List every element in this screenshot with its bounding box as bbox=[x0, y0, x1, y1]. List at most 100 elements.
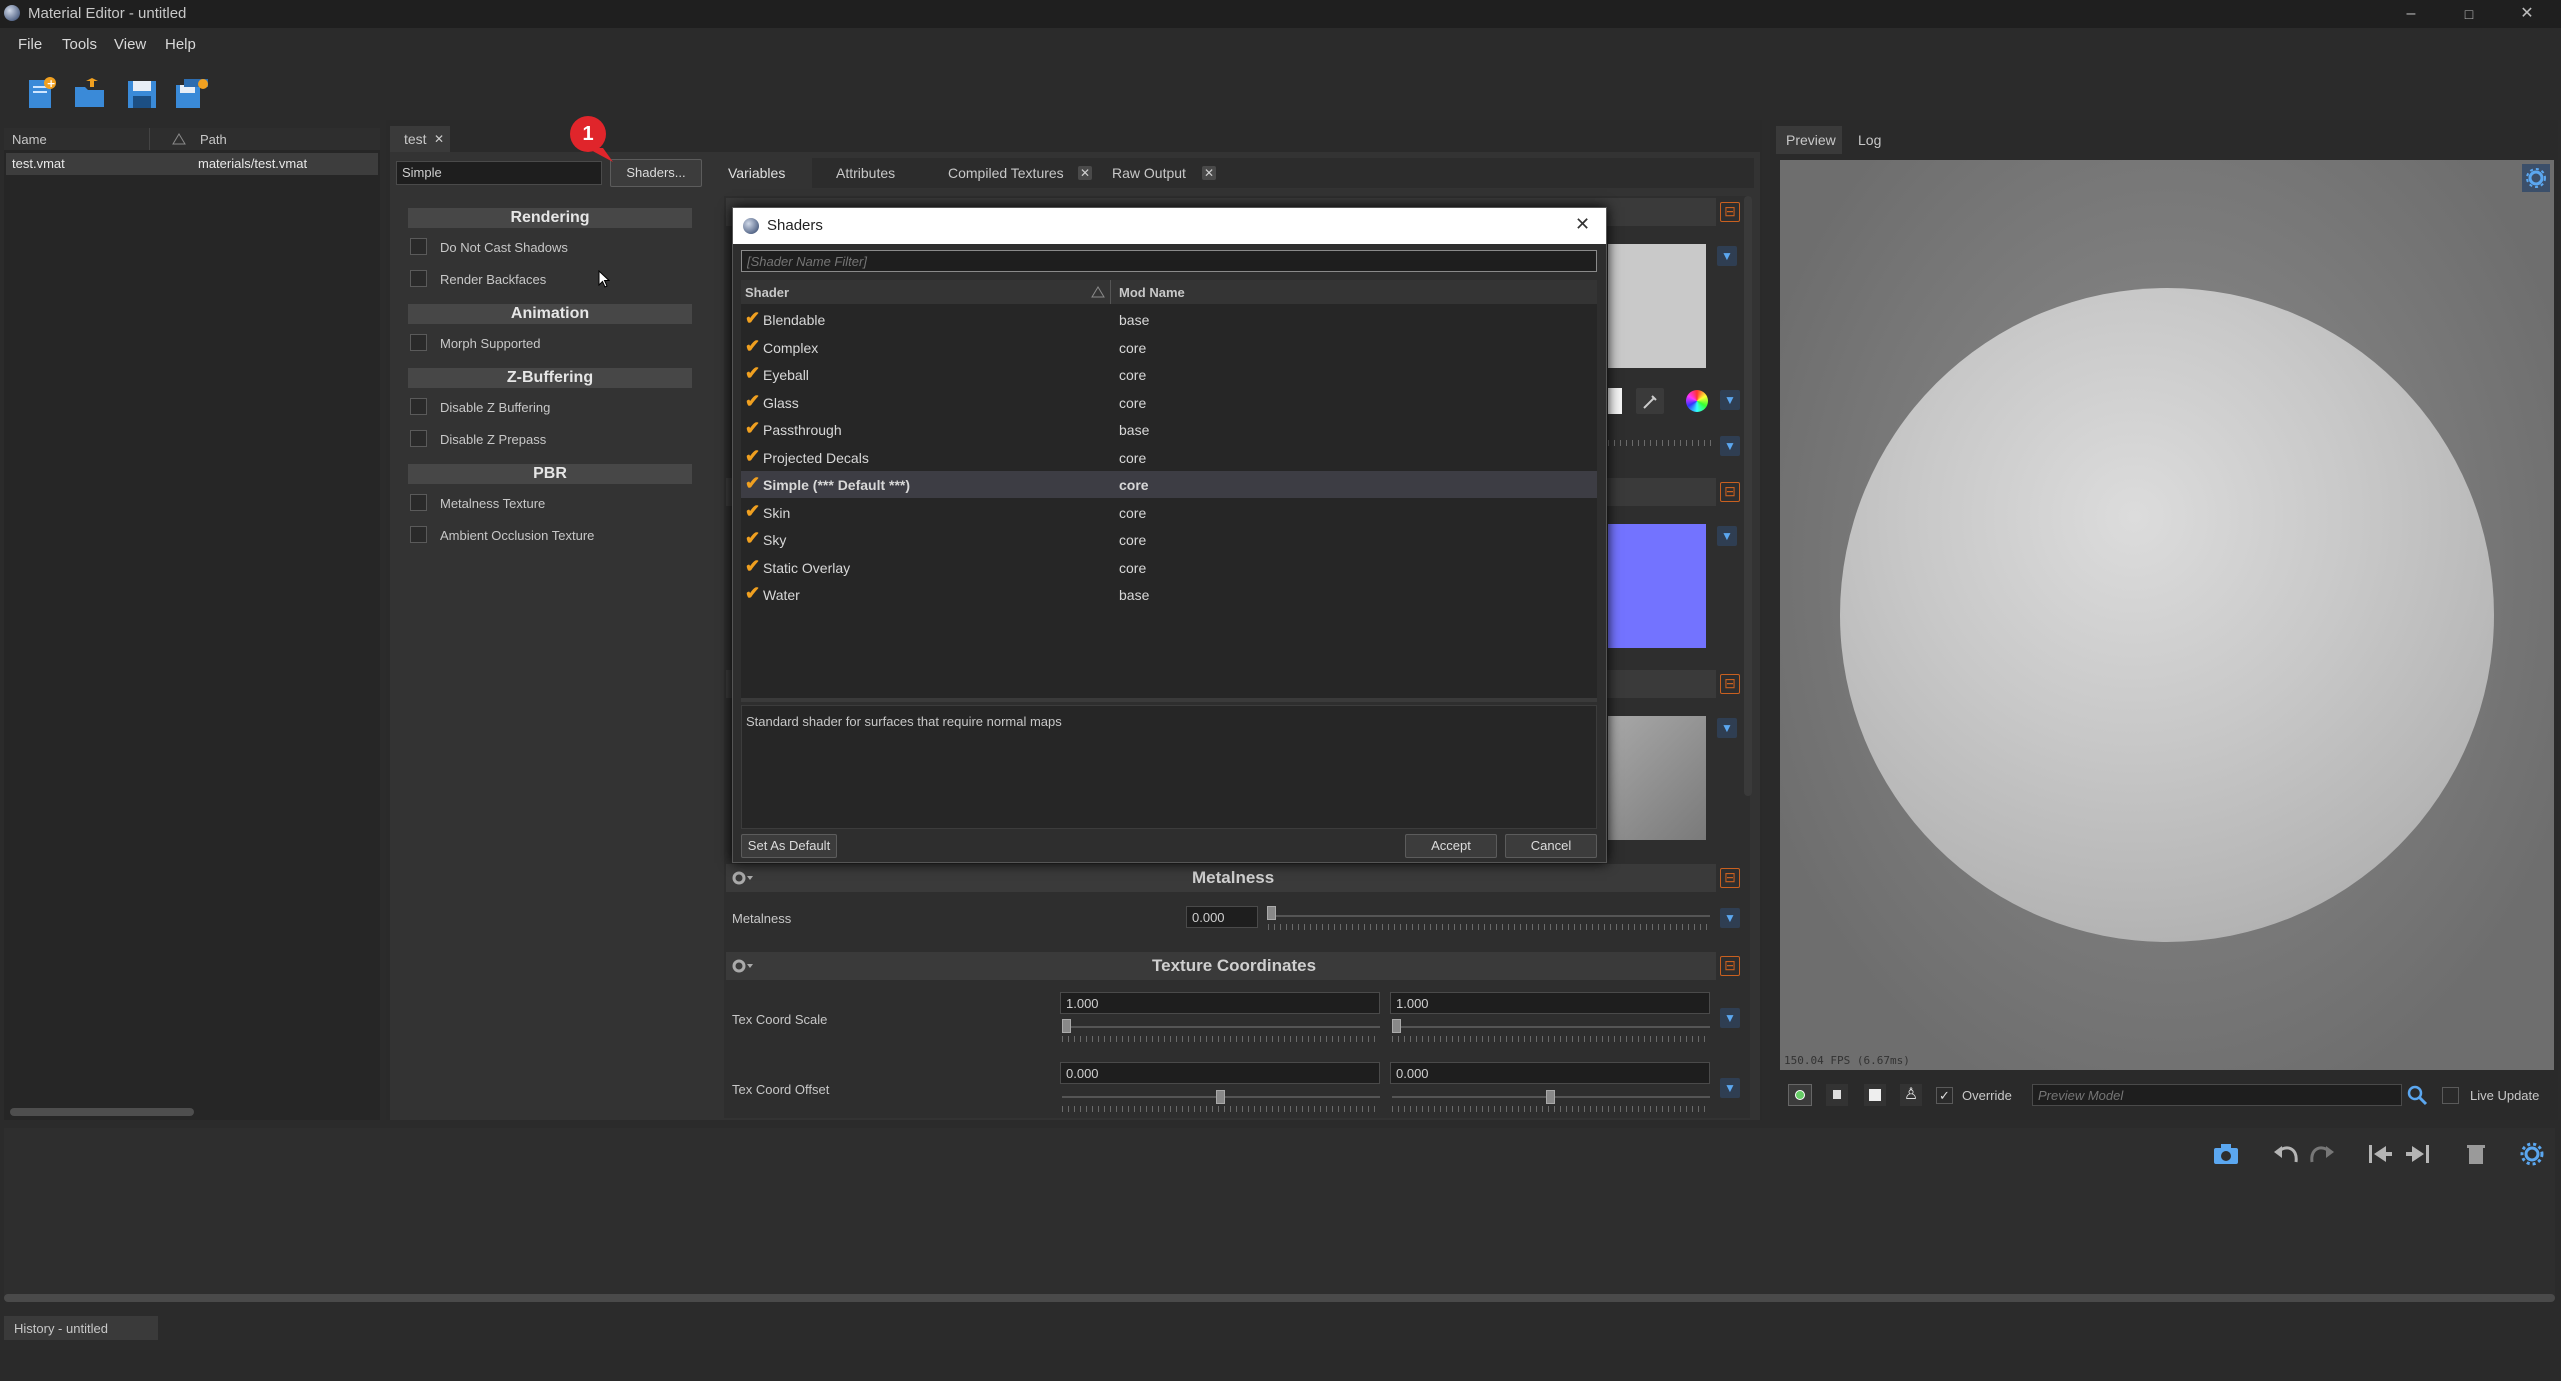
cancel-button[interactable]: Cancel bbox=[1505, 834, 1597, 858]
tex-coord-offset-y[interactable]: 0.000 bbox=[1390, 1062, 1710, 1084]
minimize-button[interactable]: – bbox=[2388, 0, 2434, 28]
shader-row[interactable]: ✔ Glass core bbox=[741, 389, 1597, 416]
tex-coord-scale-y[interactable]: 1.000 bbox=[1390, 992, 1710, 1014]
jump-to-start-icon[interactable] bbox=[2366, 1142, 2394, 1166]
collapse-icon[interactable]: ⊟ bbox=[1720, 482, 1740, 502]
camera-icon[interactable] bbox=[2212, 1142, 2240, 1166]
dropdown-arrow-icon[interactable]: ▼ bbox=[1720, 436, 1740, 456]
light-toggle-icon[interactable] bbox=[1788, 1084, 1812, 1106]
scale-x-handle[interactable] bbox=[1062, 1019, 1071, 1033]
metalness-value-field[interactable]: 0.000 bbox=[1186, 906, 1258, 928]
save-all-icon[interactable] bbox=[174, 77, 210, 111]
texture-preview-white[interactable] bbox=[1608, 244, 1706, 368]
checkbox-morph-supported[interactable] bbox=[410, 334, 427, 351]
splitter[interactable] bbox=[741, 698, 1597, 702]
tex-coord-scale-x[interactable]: 1.000 bbox=[1060, 992, 1380, 1014]
shader-row[interactable]: ✔ Skin core bbox=[741, 499, 1597, 526]
new-file-icon[interactable]: + bbox=[23, 77, 59, 111]
metalness-slider-handle[interactable] bbox=[1267, 906, 1276, 920]
shader-filter-input[interactable] bbox=[741, 250, 1597, 272]
document-tab[interactable]: test ✕ bbox=[390, 126, 450, 152]
shader-row[interactable]: ✔ Passthrough base bbox=[741, 416, 1597, 443]
roughness-preview[interactable] bbox=[1608, 716, 1706, 840]
history-scrollbar[interactable] bbox=[4, 1294, 2555, 1302]
checkbox-render-backfaces[interactable] bbox=[410, 270, 427, 287]
override-checkbox[interactable]: ✓ bbox=[1936, 1087, 1953, 1104]
redo-icon[interactable] bbox=[2308, 1142, 2336, 1166]
tex-coord-offset-x[interactable]: 0.000 bbox=[1060, 1062, 1380, 1084]
tab-raw-output[interactable]: Raw Output bbox=[1112, 165, 1186, 181]
checkbox-do-not-cast-shadows[interactable] bbox=[410, 238, 427, 255]
shader-row[interactable]: ✔ Blendable base bbox=[741, 306, 1597, 333]
undo-icon[interactable] bbox=[2272, 1142, 2300, 1166]
close-window-button[interactable]: ✕ bbox=[2504, 0, 2550, 28]
tab-variables[interactable]: Variables bbox=[714, 158, 812, 188]
save-icon[interactable] bbox=[124, 77, 160, 111]
menu-file[interactable]: File bbox=[18, 36, 42, 53]
collapse-icon[interactable]: ⊟ bbox=[1720, 956, 1740, 976]
live-update-checkbox[interactable] bbox=[2442, 1087, 2459, 1104]
shader-row[interactable]: ✔ Complex core bbox=[741, 334, 1597, 361]
shaders-button[interactable]: Shaders... bbox=[610, 159, 702, 187]
trash-icon[interactable] bbox=[2464, 1142, 2488, 1166]
menu-help[interactable]: Help bbox=[165, 36, 196, 53]
open-folder-icon[interactable] bbox=[72, 77, 108, 111]
viewport-settings-gear-icon[interactable] bbox=[2522, 164, 2550, 192]
scale-y-handle[interactable] bbox=[1392, 1019, 1401, 1033]
search-icon[interactable] bbox=[2406, 1084, 2428, 1106]
checkbox-disable-z-buffering[interactable] bbox=[410, 398, 427, 415]
offset-x-handle[interactable] bbox=[1216, 1090, 1225, 1104]
tab-raw-close-icon[interactable]: ✕ bbox=[1202, 166, 1216, 180]
person-icon[interactable]: ♙ bbox=[1900, 1084, 1922, 1106]
color-wheel-icon[interactable] bbox=[1686, 390, 1708, 412]
column-path-header[interactable]: Path bbox=[200, 132, 227, 147]
shader-row[interactable]: ✔ Simple (*** Default ***) core bbox=[741, 471, 1597, 498]
eyedropper-icon[interactable] bbox=[1636, 388, 1664, 414]
shader-row[interactable]: ✔ Projected Decals core bbox=[741, 444, 1597, 471]
collapse-icon[interactable]: ⊟ bbox=[1720, 202, 1740, 222]
dropdown-arrow-icon[interactable]: ▼ bbox=[1717, 718, 1737, 738]
column-name-header[interactable]: Name bbox=[12, 132, 47, 147]
preview-model-input[interactable] bbox=[2032, 1084, 2402, 1106]
maximize-button[interactable]: □ bbox=[2446, 0, 2492, 28]
history-tab[interactable]: History - untitled bbox=[4, 1316, 158, 1340]
collapse-icon[interactable]: ⊟ bbox=[1720, 868, 1740, 888]
offset-y-handle[interactable] bbox=[1546, 1090, 1555, 1104]
dropdown-arrow-icon[interactable]: ▼ bbox=[1717, 246, 1737, 266]
checkbox-ambient-occlusion-texture[interactable] bbox=[410, 526, 427, 543]
normal-map-preview[interactable] bbox=[1608, 524, 1706, 648]
shader-column-header[interactable]: Shader bbox=[745, 285, 789, 300]
history-settings-gear-icon[interactable] bbox=[2518, 1140, 2546, 1168]
dropdown-arrow-icon[interactable]: ▼ bbox=[1720, 908, 1740, 928]
shader-row[interactable]: ✔ Sky core bbox=[741, 526, 1597, 553]
dialog-close-icon[interactable]: ✕ bbox=[1575, 214, 1590, 235]
jump-to-end-icon[interactable] bbox=[2404, 1142, 2432, 1166]
mod-name-column-header[interactable]: Mod Name bbox=[1119, 285, 1185, 300]
metalness-slider[interactable] bbox=[1268, 915, 1710, 917]
tab-close-icon[interactable]: ✕ bbox=[434, 132, 444, 146]
collapse-icon[interactable]: ⊟ bbox=[1720, 674, 1740, 694]
tab-log[interactable]: Log bbox=[1858, 132, 1881, 148]
set-as-default-button[interactable]: Set As Default bbox=[741, 834, 837, 858]
menu-view[interactable]: View bbox=[114, 36, 146, 53]
shader-name-field[interactable]: Simple bbox=[396, 161, 602, 185]
dropdown-arrow-icon[interactable]: ▼ bbox=[1720, 390, 1740, 410]
shader-row[interactable]: ✔ Static Overlay core bbox=[741, 554, 1597, 581]
shader-row[interactable]: ✔ Eyeball core bbox=[741, 361, 1597, 388]
variables-scrollbar[interactable] bbox=[1744, 196, 1752, 796]
checkbox-metalness-texture[interactable] bbox=[410, 494, 427, 511]
tab-compiled-textures[interactable]: Compiled Textures bbox=[948, 165, 1064, 181]
gear-menu-icon[interactable] bbox=[730, 956, 756, 976]
tab-preview[interactable]: Preview bbox=[1776, 126, 1842, 154]
lock-icon[interactable] bbox=[1826, 1084, 1848, 1106]
shader-row[interactable]: ✔ Water base bbox=[741, 581, 1597, 608]
color-swatch[interactable] bbox=[1608, 388, 1622, 414]
scale-y-slider[interactable] bbox=[1392, 1026, 1710, 1028]
accept-button[interactable]: Accept bbox=[1405, 834, 1497, 858]
gear-menu-icon[interactable] bbox=[730, 868, 756, 888]
checkbox-disable-z-prepass[interactable] bbox=[410, 430, 427, 447]
menu-tools[interactable]: Tools bbox=[62, 36, 97, 53]
tab-attributes[interactable]: Attributes bbox=[836, 165, 895, 181]
file-row[interactable]: test.vmat materials/test.vmat bbox=[6, 153, 378, 175]
tab-compiled-close-icon[interactable]: ✕ bbox=[1078, 166, 1092, 180]
